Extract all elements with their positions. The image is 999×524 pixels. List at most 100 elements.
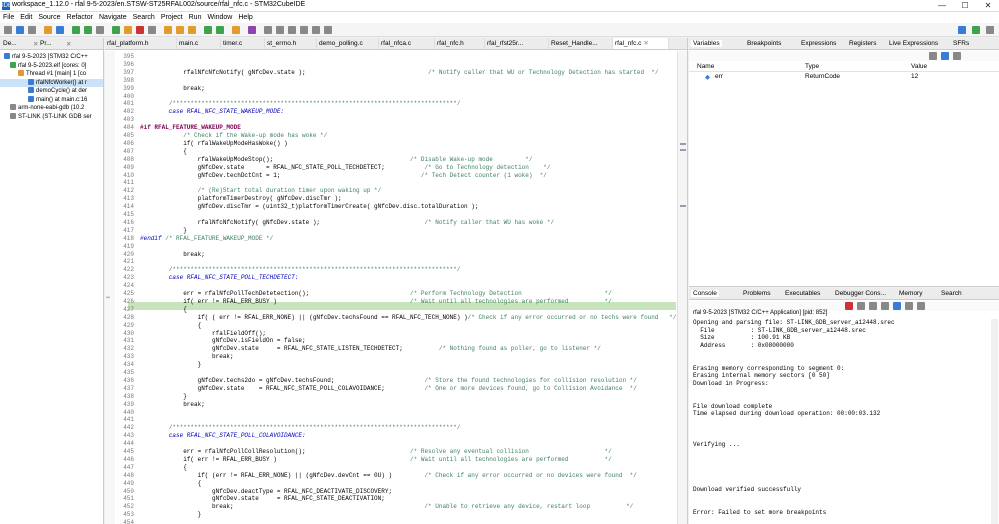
tab-rfal-platform-h[interactable]: rfal_platform.h bbox=[105, 38, 177, 49]
tab-expressions[interactable]: Expressions bbox=[801, 40, 836, 47]
step-into-icon[interactable] bbox=[164, 26, 172, 34]
tab-variables[interactable]: Variables bbox=[691, 40, 722, 47]
new-icon[interactable] bbox=[4, 26, 12, 34]
tab-st-errno-h[interactable]: st_errno.h bbox=[265, 38, 317, 49]
console-scrollbar[interactable] bbox=[991, 319, 998, 524]
line-number: 442 bbox=[123, 424, 134, 432]
tab-debug[interactable]: De... bbox=[3, 40, 17, 47]
open-console-icon[interactable] bbox=[917, 302, 925, 310]
code-line: break; bbox=[140, 250, 205, 258]
tree-item-frame-rfalnfcworker[interactable]: rfalNfcWorker() at r bbox=[0, 78, 103, 87]
overview-ruler[interactable] bbox=[677, 51, 687, 524]
tab-breakpoints[interactable]: Breakpoints bbox=[747, 40, 781, 47]
tree-item-thread[interactable]: Thread #1 [main] 1 [co bbox=[0, 70, 103, 79]
tab-problems[interactable]: Problems bbox=[743, 290, 770, 297]
tab-demo-polling-c[interactable]: demo_polling.c bbox=[317, 38, 379, 49]
tab-rfal-nfca-c[interactable]: rfal_nfca.c bbox=[379, 38, 435, 49]
back-icon[interactable] bbox=[312, 26, 320, 34]
forward-icon[interactable] bbox=[324, 26, 332, 34]
perspective-device-icon[interactable] bbox=[986, 26, 994, 34]
tab-rfal-rfst25r[interactable]: rfal_rfst25r... bbox=[485, 38, 549, 49]
clear-console-icon[interactable] bbox=[869, 302, 877, 310]
tab-timer-c[interactable]: timer.c bbox=[221, 38, 265, 49]
tab-live-expressions[interactable]: Live Expressions bbox=[889, 40, 938, 47]
show-type-icon[interactable] bbox=[941, 52, 949, 60]
menu-search[interactable]: Search bbox=[130, 12, 158, 23]
menu-navigate[interactable]: Navigate bbox=[96, 12, 130, 23]
terminate-icon[interactable] bbox=[845, 302, 853, 310]
close-tab-icon[interactable]: ✕ bbox=[33, 40, 38, 48]
tab-debugger-console[interactable]: Debugger Cons... bbox=[835, 290, 886, 297]
debug-icon[interactable] bbox=[72, 26, 80, 34]
tab-reset-handler[interactable]: Reset_Handle... bbox=[549, 38, 613, 49]
tab-executables[interactable]: Executables bbox=[785, 290, 820, 297]
open-type-icon[interactable] bbox=[248, 26, 256, 34]
console-output[interactable]: Opening and parsing file: ST-LINK_GDB_se… bbox=[693, 319, 985, 524]
tab-memory[interactable]: Memory bbox=[899, 290, 922, 297]
collapse-all-icon[interactable] bbox=[929, 52, 937, 60]
tab-console[interactable]: Console bbox=[691, 290, 719, 297]
external-tools-icon[interactable] bbox=[232, 26, 240, 34]
view-menu-icon[interactable] bbox=[953, 52, 961, 60]
remove-launch-icon[interactable] bbox=[857, 302, 865, 310]
column-type[interactable]: Type bbox=[805, 63, 819, 70]
build-hammer-icon[interactable] bbox=[44, 26, 52, 34]
save-icon[interactable] bbox=[16, 26, 24, 34]
tree-item-stlink[interactable]: ST-LINK (ST-LINK GDB ser bbox=[0, 112, 103, 122]
maximize-button[interactable]: ☐ bbox=[954, 0, 976, 12]
step-over-icon[interactable] bbox=[176, 26, 184, 34]
menu-help[interactable]: Help bbox=[235, 12, 255, 23]
scroll-lock-icon[interactable] bbox=[881, 302, 889, 310]
skip-breakpoints-icon[interactable] bbox=[96, 26, 104, 34]
suspend-icon[interactable] bbox=[124, 26, 132, 34]
step-return-icon[interactable] bbox=[188, 26, 196, 34]
close-tab-icon[interactable]: ✕ bbox=[643, 40, 648, 47]
menu-refactor[interactable]: Refactor bbox=[64, 12, 96, 23]
close-window-button[interactable]: ✕ bbox=[977, 0, 999, 12]
tab-rfal-nfc-c[interactable]: rfal_nfc.c ✕ bbox=[613, 38, 669, 49]
line-number: 409 bbox=[123, 163, 134, 171]
table-row[interactable]: ◆ err ReturnCode 12 bbox=[689, 72, 999, 81]
tree-item-frame-democycle[interactable]: demoCycle() at der bbox=[0, 87, 103, 96]
menu-edit[interactable]: Edit bbox=[17, 12, 35, 23]
tab-search[interactable]: Search bbox=[941, 290, 962, 297]
settings-icon[interactable] bbox=[28, 26, 36, 34]
tree-item-gdb[interactable]: arm-none-eabi-gdb (10.2 bbox=[0, 104, 103, 113]
run-launch-icon[interactable] bbox=[216, 26, 224, 34]
menu-source[interactable]: Source bbox=[35, 12, 63, 23]
column-value[interactable]: Value bbox=[911, 63, 927, 70]
menu-run[interactable]: Run bbox=[186, 12, 205, 23]
menu-file[interactable]: File bbox=[0, 12, 17, 23]
previous-annotation-icon[interactable] bbox=[288, 26, 296, 34]
minimize-button[interactable]: — bbox=[931, 0, 953, 12]
code-area[interactable]: 395 396 397 rfalNfcNfcNotify( gNfcDev.stat… bbox=[116, 51, 676, 524]
column-name[interactable]: Name bbox=[697, 63, 714, 70]
disconnect-icon[interactable] bbox=[148, 26, 156, 34]
tab-main-c[interactable]: main.c bbox=[177, 38, 221, 49]
close-tab-icon-2[interactable]: ✕ bbox=[66, 40, 71, 48]
menu-project[interactable]: Project bbox=[158, 12, 186, 23]
tab-rfal-nfc-h[interactable]: rfal_nfc.h bbox=[435, 38, 485, 49]
tab-sfrs[interactable]: SFRs bbox=[953, 40, 969, 47]
line-number: 396 bbox=[123, 60, 134, 68]
resume-icon[interactable] bbox=[112, 26, 120, 34]
perspective-cpp-icon[interactable] bbox=[958, 26, 966, 34]
last-edit-icon[interactable] bbox=[300, 26, 308, 34]
display-console-icon[interactable] bbox=[905, 302, 913, 310]
terminate-icon[interactable] bbox=[136, 26, 144, 34]
tree-item-elf[interactable]: rfal 9-5-2023.elf [cores: 0] bbox=[0, 61, 103, 71]
pin-console-icon[interactable] bbox=[893, 302, 901, 310]
tree-item-frame-main[interactable]: main() at main.c:16 bbox=[0, 95, 103, 105]
debug-launch-icon[interactable] bbox=[204, 26, 212, 34]
console-panel: Console Problems Executables Debugger Co… bbox=[689, 288, 999, 524]
next-annotation-icon[interactable] bbox=[276, 26, 284, 34]
build-config-icon[interactable] bbox=[56, 26, 64, 34]
editor-gutter[interactable] bbox=[105, 51, 115, 524]
tab-registers[interactable]: Registers bbox=[849, 40, 876, 47]
tab-project-explorer[interactable]: Pr... bbox=[40, 40, 52, 47]
menu-window[interactable]: Window bbox=[204, 12, 235, 23]
run-icon[interactable] bbox=[84, 26, 92, 34]
tree-item-launch[interactable]: rfal 9-5-2023 [STM32 C/C++ bbox=[0, 53, 103, 62]
perspective-debug-icon[interactable] bbox=[972, 26, 980, 34]
search-icon[interactable] bbox=[264, 26, 272, 34]
